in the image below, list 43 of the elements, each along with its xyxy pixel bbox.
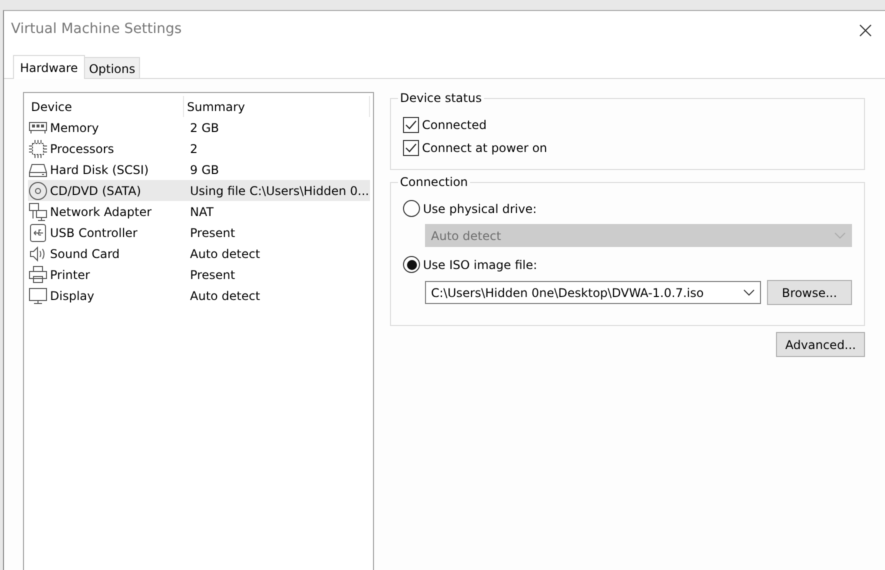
summary-cell-text: Auto detect xyxy=(189,288,262,304)
window-title: Virtual Machine Settings xyxy=(11,20,182,39)
summary-cell: Using file C:\Users\Hidden 0... xyxy=(184,180,370,201)
caret-icon xyxy=(834,232,846,240)
browse-button[interactable]: Browse... xyxy=(767,280,852,305)
column-header[interactable]: Device xyxy=(28,96,184,117)
tab[interactable]: Hardware xyxy=(13,55,85,79)
usb-icon xyxy=(28,222,48,242)
checkbox-label[interactable]: Connected xyxy=(422,116,487,134)
device-item[interactable]: CD/DVD (SATA) xyxy=(28,180,184,201)
checkbox[interactable] xyxy=(403,140,419,156)
summary-cell-text: 9 GB xyxy=(189,162,220,178)
device-item[interactable]: Processors xyxy=(28,138,184,159)
group-title: Connection xyxy=(398,175,470,189)
summary-cell-text: Present xyxy=(189,266,236,284)
summary-cell-text: NAT xyxy=(189,204,215,220)
summary-cell-text: 2 GB xyxy=(189,120,220,136)
disc-icon xyxy=(28,180,48,200)
close-icon xyxy=(859,24,872,37)
checkbox[interactable] xyxy=(403,116,419,132)
summary-cell-text: Present xyxy=(189,224,236,242)
advanced-button[interactable]: Advanced... xyxy=(776,332,865,357)
device-item[interactable]: Sound Card xyxy=(28,243,184,264)
device-item[interactable]: Memory xyxy=(28,117,184,138)
device-item[interactable]: Network Adapter xyxy=(28,201,184,222)
device-item[interactable]: Printer xyxy=(28,264,184,285)
device-item[interactable]: USB Controller xyxy=(28,222,184,243)
device-item[interactable]: Display xyxy=(28,285,184,306)
radio-button[interactable] xyxy=(403,256,420,273)
printer-icon xyxy=(28,264,48,284)
tab[interactable]: Options xyxy=(84,57,140,78)
column-header[interactable]: Summary xyxy=(184,96,370,117)
summary-cell-text: 2 xyxy=(189,140,199,158)
group-title: Device status xyxy=(398,91,484,105)
network-icon xyxy=(28,202,48,222)
radio-label[interactable]: Use ISO image file: xyxy=(423,256,538,274)
dropdown-field[interactable]: C:\Users\Hidden 0ne\Desktop\DVWA-1.0.7.iso xyxy=(425,281,761,304)
chip-icon xyxy=(28,138,48,158)
monitor-icon xyxy=(28,286,48,306)
checkbox-label[interactable]: Connect at power on xyxy=(422,138,548,156)
device-item[interactable]: Hard Disk (SCSI) xyxy=(28,159,184,180)
summary-cell-text: Auto detect xyxy=(189,246,262,262)
caret-icon xyxy=(743,288,755,296)
